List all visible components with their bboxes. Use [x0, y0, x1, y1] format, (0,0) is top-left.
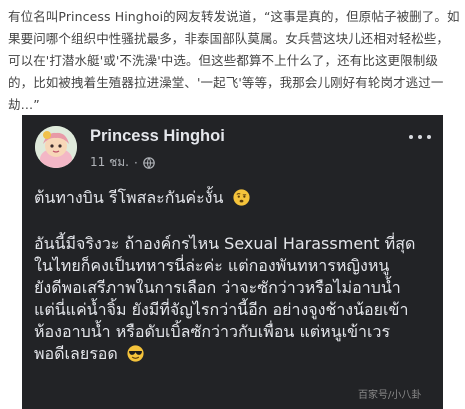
avatar[interactable] [35, 126, 77, 168]
post-paragraph-1: ต้นทางบิน รีโพสละกันค่ะงั้น [34, 187, 436, 209]
watermark: 百家号/小八卦 [358, 390, 422, 401]
globe-icon [142, 156, 155, 169]
post-paragraph-2: อันนี้มีจริงวะ ถ้าองค์กรไหน Sexual Haras… [34, 233, 436, 365]
post-line: ห้องอาบน้ำ หรือดับเบิ้ลซักว่าวกับเพื่อน … [34, 322, 391, 341]
avatar-illustration [35, 126, 77, 168]
article-paragraph: 有位名叫Princess Hinghoi的网友转发说道，“这事是真的，但原帖子被… [8, 9, 460, 112]
facebook-post-card: Princess Hinghoi 11 ชม. · ต้นทางบิน รีโพ… [22, 115, 443, 409]
post-line: ยังดีพอเสรีภาพในการเลือก ว่าจะซักว่าวหรื… [34, 278, 401, 297]
post-line: อันนี้มีจริงวะ ถ้าองค์กรไหน Sexual Haras… [34, 234, 416, 253]
post-paragraph-1-text: ต้นทางบิน รีโพสละกันค่ะงั้น [34, 188, 224, 207]
post-line: ในไทยก็คงเป็นทหารนี่ล่ะค่ะ แต่กองพันทหาร… [34, 256, 390, 275]
post-author-name[interactable]: Princess Hinghoi [90, 127, 225, 146]
raised-eyebrow-emoji-icon [232, 189, 250, 206]
more-dot [418, 135, 422, 139]
more-dot [409, 135, 413, 139]
post-body: ต้นทางบิน รีโพสละกันค่ะงั้น อันนี้มีจริง… [34, 187, 436, 365]
post-timestamp[interactable]: 11 ชม. [90, 153, 129, 172]
more-options-icon[interactable] [409, 129, 431, 145]
post-line: พอดีเลยรอด [34, 344, 118, 363]
sunglasses-emoji-icon [127, 345, 144, 362]
post-line: แต่นี่แค่น้ำจิ้ม ยังมีที่จัญไรกว่านี้อีก… [34, 300, 409, 319]
meta-separator: · [133, 155, 138, 170]
post-meta: 11 ชม. · [90, 153, 155, 172]
more-dot [427, 135, 431, 139]
